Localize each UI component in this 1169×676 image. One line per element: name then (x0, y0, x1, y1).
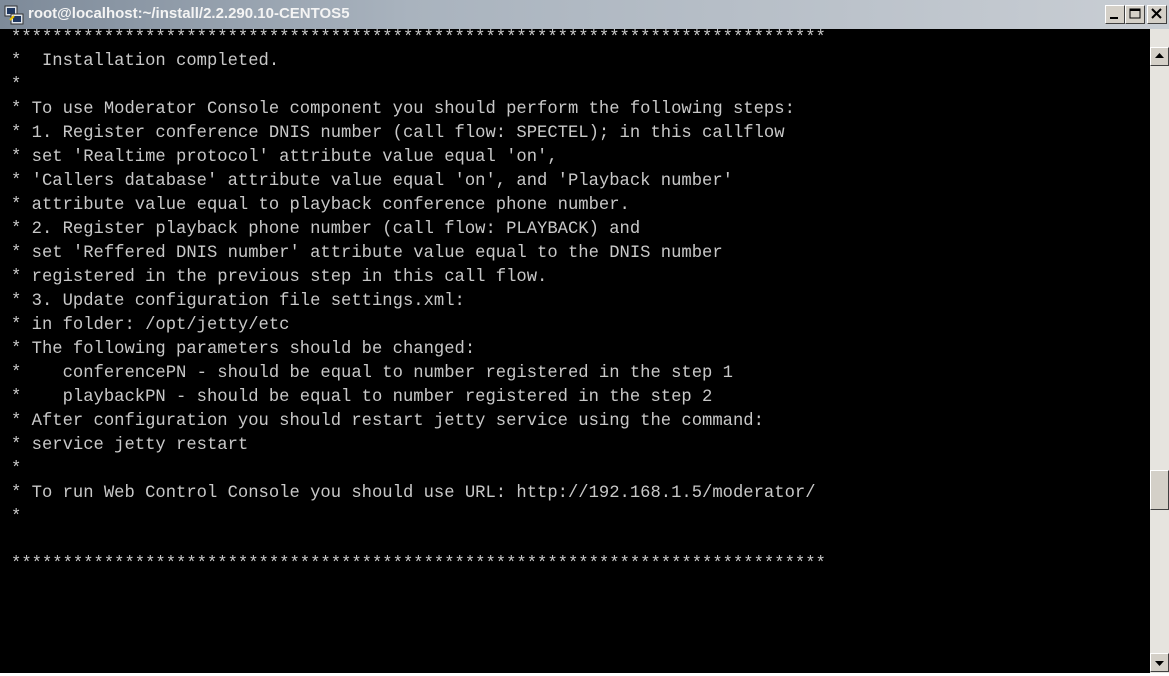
terminal-line: * (11, 508, 22, 527)
terminal-line: * playbackPN - should be equal to number… (11, 388, 713, 407)
scroll-thumb[interactable] (1150, 470, 1169, 510)
vertical-scrollbar[interactable] (1150, 29, 1169, 673)
terminal-line: * 3. Update configuration file settings.… (11, 292, 465, 311)
maximize-button[interactable] (1125, 5, 1145, 24)
terminal-line: * 'Callers database' attribute value equ… (11, 172, 733, 191)
terminal-output[interactable]: ****************************************… (0, 29, 1150, 673)
terminal-line: * in folder: /opt/jetty/etc (11, 316, 290, 335)
terminal-line: * The following parameters should be cha… (11, 340, 476, 359)
putty-icon[interactable] (4, 5, 24, 25)
terminal-line: * service jetty restart (11, 436, 249, 455)
terminal-line: * registered in the previous step in thi… (11, 268, 548, 287)
scroll-up-button[interactable] (1150, 47, 1169, 66)
title-bar[interactable]: root@localhost:~/install/2.2.290.10-CENT… (0, 0, 1169, 29)
terminal-line: * (11, 460, 22, 479)
terminal-line: * After configuration you should restart… (11, 412, 764, 431)
close-icon (1151, 8, 1162, 19)
arrow-up-icon (1155, 53, 1164, 58)
terminal-line: * 1. Register conference DNIS number (ca… (11, 124, 785, 143)
terminal-line: ****************************************… (11, 555, 826, 574)
arrow-down-icon (1155, 661, 1164, 666)
terminal-line: * Installation completed. (11, 52, 280, 71)
terminal-line: ****************************************… (11, 29, 826, 48)
terminal-line: * set 'Realtime protocol' attribute valu… (11, 148, 558, 167)
terminal-line: * To run Web Control Console you should … (11, 484, 816, 503)
minimize-icon (1110, 17, 1118, 19)
close-button[interactable] (1147, 5, 1167, 24)
window-title: root@localhost:~/install/2.2.290.10-CENT… (28, 5, 350, 22)
terminal-window: root@localhost:~/install/2.2.290.10-CENT… (0, 0, 1169, 673)
minimize-button[interactable] (1105, 5, 1125, 24)
terminal-line: * 2. Register playback phone number (cal… (11, 220, 641, 239)
terminal-line: * attribute value equal to playback conf… (11, 196, 630, 215)
scroll-down-button[interactable] (1150, 653, 1169, 672)
terminal-line: * set 'Reffered DNIS number' attribute v… (11, 244, 723, 263)
maximize-icon (1129, 8, 1141, 19)
terminal-line: * To use Moderator Console component you… (11, 100, 795, 119)
terminal-line: * (11, 76, 22, 95)
terminal-line: * conferencePN - should be equal to numb… (11, 364, 733, 383)
